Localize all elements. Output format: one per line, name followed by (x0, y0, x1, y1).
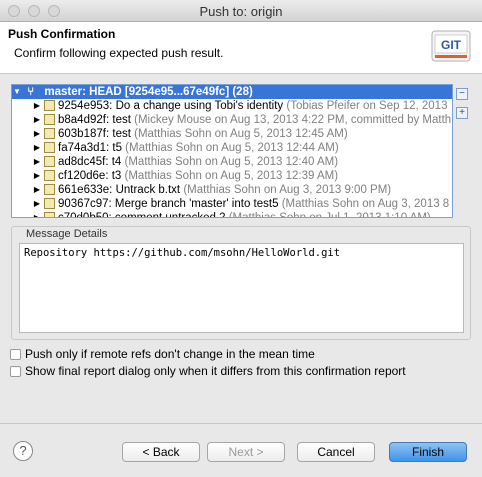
collapse-all-icon[interactable]: − (456, 88, 468, 100)
commit-meta: (Matthias Sohn on Aug 3, 2013 8 (281, 198, 450, 210)
commit-message: Untrack b.txt (115, 184, 181, 196)
commit-message: t3 (111, 170, 122, 182)
commit-id: 9254e953: (58, 100, 113, 112)
commit-meta: (Matthias Sohn on Aug 5, 2013 12:39 AM) (124, 170, 339, 182)
collapsed-triangle-icon[interactable]: ▶ (32, 169, 42, 183)
commit-row[interactable]: ▶ ad8dc45f: t4 (Matthias Sohn on Aug 5, 2… (12, 155, 452, 169)
git-logo-icon: GIT (431, 30, 471, 62)
commit-meta: (Matthias Sohn on Jul 1, 2013 1:10 AM) (228, 212, 431, 218)
push-only-if-unchanged-label[interactable]: Push only if remote refs don't change in… (25, 347, 315, 361)
cancel-button[interactable]: Cancel (297, 442, 375, 462)
collapsed-triangle-icon[interactable]: ▶ (32, 141, 42, 155)
commit-message: comment untracked 2 (114, 212, 226, 218)
commit-meta: (Matthias Sohn on Aug 5, 2013 12:44 AM) (125, 142, 339, 154)
commit-id: cf120d6e: (58, 170, 109, 182)
commit-icon (44, 114, 55, 125)
commit-row[interactable]: ▶ 9254e953: Do a change using Tobi's iden… (12, 99, 452, 113)
button-bar-divider (0, 423, 482, 424)
collapsed-triangle-icon[interactable]: ▶ (32, 155, 42, 169)
show-final-report-label[interactable]: Show final report dialog only when it di… (25, 364, 406, 378)
collapsed-triangle-icon[interactable]: ▶ (32, 183, 42, 197)
commit-row[interactable]: ▶ fa74a3d1: t5 (Matthias Sohn on Aug 5, 2… (12, 141, 452, 155)
commit-row[interactable]: ▶ 603b187f: test (Matthias Sohn on Aug 5,… (12, 127, 452, 141)
commit-icon (44, 142, 55, 153)
finish-button[interactable]: Finish (389, 442, 467, 462)
collapsed-triangle-icon[interactable]: ▶ (32, 113, 42, 127)
commit-meta: (Tobias Pfeifer on Sep 12, 2013 (286, 100, 448, 112)
page-description: Confirm following expected push result. (14, 46, 224, 60)
commit-id: b8a4d92f: (58, 114, 110, 126)
commit-id: 661e633e: (58, 184, 113, 196)
expanded-triangle-icon[interactable]: ▼ (12, 85, 22, 99)
back-button[interactable]: < Back (122, 442, 200, 462)
help-icon[interactable]: ? (13, 441, 33, 461)
expand-all-icon[interactable]: + (456, 107, 468, 119)
commit-row[interactable]: ▶ 661e633e: Untrack b.txt (Matthias Sohn … (12, 183, 452, 197)
commit-message: test (112, 114, 131, 126)
commit-icon (44, 198, 55, 209)
commit-row[interactable]: ▶ 90367c97: Merge branch 'master' into te… (12, 197, 452, 211)
commit-id: 90367c97: (58, 198, 112, 210)
page-title: Push Confirmation (8, 27, 116, 41)
branch-icon: ⑂ (27, 86, 35, 98)
push-result-tree[interactable]: ▼ ⑂ master: HEAD [9254e95...67e49fc] (28… (11, 84, 453, 218)
window-title: Push to: origin (199, 4, 283, 19)
message-details-text[interactable]: Repository https://github.com/msohn/Hell… (19, 243, 464, 333)
commit-icon (44, 184, 55, 195)
commit-message: t5 (112, 142, 122, 154)
commit-id: 603b187f: (58, 128, 110, 140)
next-button[interactable]: Next > (207, 442, 285, 462)
commit-icon (44, 170, 55, 181)
commit-icon (44, 212, 55, 217)
commit-id: ad8dc45f: (58, 156, 109, 168)
commit-message: test (112, 128, 131, 140)
commit-meta: (Mickey Mouse on Aug 13, 2013 4:22 PM, c… (134, 114, 452, 126)
commit-icon (44, 100, 55, 111)
commit-message: Merge branch 'master' into test5 (114, 198, 279, 210)
push-only-if-unchanged-checkbox[interactable] (10, 349, 21, 360)
collapsed-triangle-icon[interactable]: ▶ (32, 127, 42, 141)
window-titlebar: Push to: origin (0, 0, 482, 22)
commit-icon (44, 128, 55, 139)
collapsed-triangle-icon[interactable]: ▶ (32, 211, 42, 217)
show-final-report-checkbox[interactable] (10, 366, 21, 377)
collapsed-triangle-icon[interactable]: ▶ (32, 99, 42, 113)
svg-text:GIT: GIT (441, 38, 462, 52)
commit-id: c70d0b50: (58, 212, 112, 218)
collapsed-triangle-icon[interactable]: ▶ (32, 197, 42, 211)
commit-meta: (Matthias Sohn on Aug 3, 2013 9:00 PM) (183, 184, 392, 196)
commit-row[interactable]: ▶ c70d0b50: comment untracked 2 (Matthias… (12, 211, 452, 218)
commit-meta: (Matthias Sohn on Aug 5, 2013 12:45 AM) (134, 128, 348, 140)
commit-icon (44, 156, 55, 167)
tree-root-label: master: HEAD [9254e95...67e49fc] (28) (44, 86, 253, 98)
commit-row[interactable]: ▶ cf120d6e: t3 (Matthias Sohn on Aug 5, 2… (12, 169, 452, 183)
commit-meta: (Matthias Sohn on Aug 5, 2013 12:40 AM) (124, 156, 339, 168)
commit-row[interactable]: ▶ b8a4d92f: test (Mickey Mouse on Aug 13,… (12, 113, 452, 127)
message-details-label: Message Details (24, 228, 110, 240)
tree-toolbar: − + (456, 88, 470, 126)
commit-message: Do a change using Tobi's identity (115, 100, 284, 112)
wizard-header: Push Confirmation Confirm following expe… (0, 22, 482, 74)
commit-message: t4 (111, 156, 122, 168)
tree-root-row[interactable]: ▼ ⑂ master: HEAD [9254e95...67e49fc] (28… (12, 85, 452, 99)
commit-id: fa74a3d1: (58, 142, 110, 154)
